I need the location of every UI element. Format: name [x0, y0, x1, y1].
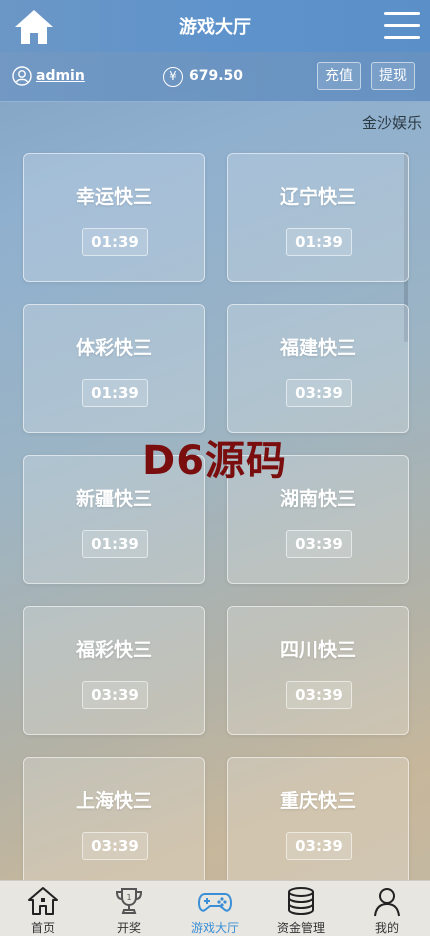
hamburger-menu-icon: [384, 12, 420, 15]
game-name: 福建快三: [279, 337, 356, 359]
user-icon: [374, 888, 400, 917]
game-name: 体彩快三: [75, 337, 152, 359]
nav-item-profile[interactable]: 我的: [344, 881, 430, 936]
top-header: 游戏大厅: [0, 0, 430, 52]
recharge-button[interactable]: 充值: [317, 62, 361, 90]
game-name: 四川快三: [279, 639, 356, 661]
bottom-nav: 首页 1 开奖 游戏大厅 资金管理 我的: [0, 880, 430, 936]
countdown-timer: 03:39: [286, 530, 352, 558]
game-card[interactable]: 福彩快三 03:39: [23, 606, 205, 735]
game-name: 湖南快三: [279, 488, 356, 510]
countdown-timer: 01:39: [82, 379, 148, 407]
game-card[interactable]: 福建快三 03:39: [227, 304, 409, 433]
withdraw-button[interactable]: 提现: [371, 62, 415, 90]
coins-icon: [288, 887, 314, 916]
nav-label: 资金管理: [276, 921, 325, 935]
game-card[interactable]: 重庆快三 03:39: [227, 757, 409, 886]
game-card[interactable]: 上海快三 03:39: [23, 757, 205, 886]
countdown-timer: 01:39: [286, 228, 352, 256]
nav-item-lottery-results[interactable]: 1 开奖: [86, 881, 172, 936]
nav-label: 游戏大厅: [190, 921, 239, 935]
nav-item-game-hall[interactable]: 游戏大厅: [172, 881, 258, 936]
countdown-timer: 03:39: [286, 379, 352, 407]
nav-item-home[interactable]: 首页: [0, 881, 86, 936]
game-name: 重庆快三: [279, 790, 356, 812]
countdown-timer: 01:39: [82, 228, 148, 256]
marquee-text: 金沙娱乐: [362, 114, 423, 132]
game-card[interactable]: 辽宁快三 01:39: [227, 153, 409, 282]
countdown-timer: 01:39: [82, 530, 148, 558]
game-name: 福彩快三: [75, 639, 152, 661]
game-name: 幸运快三: [75, 186, 152, 208]
home-icon: [28, 887, 58, 915]
countdown-timer: 03:39: [82, 681, 148, 709]
game-name: 新疆快三: [75, 488, 152, 510]
nav-label: 我的: [374, 921, 399, 935]
user-avatar-icon: [12, 66, 32, 86]
nav-label: 首页: [30, 921, 55, 935]
game-card[interactable]: 体彩快三 01:39: [23, 304, 205, 433]
countdown-timer: 03:39: [82, 832, 148, 860]
balance-amount: 679.50: [189, 68, 244, 84]
gamepad-icon: [197, 893, 233, 912]
user-bar: admin ¥ 679.50 充值 提现: [0, 52, 430, 102]
announcement-marquee: 金沙娱乐: [330, 112, 430, 134]
game-name: 上海快三: [75, 790, 152, 812]
nav-item-funds[interactable]: 资金管理: [258, 881, 344, 936]
game-name: 辽宁快三: [279, 186, 356, 208]
trophy-icon: 1: [115, 888, 143, 914]
menu-button[interactable]: [384, 12, 420, 40]
countdown-timer: 03:39: [286, 681, 352, 709]
home-icon: [15, 10, 53, 44]
countdown-timer: 03:39: [286, 832, 352, 860]
game-card[interactable]: 幸运快三 01:39: [23, 153, 205, 282]
nav-label: 开奖: [116, 921, 141, 935]
home-button[interactable]: [12, 7, 56, 47]
game-card[interactable]: 四川快三 03:39: [227, 606, 409, 735]
page-title: 游戏大厅: [179, 17, 251, 38]
svg-text:1: 1: [126, 893, 131, 902]
yen-icon: ¥: [163, 67, 183, 87]
watermark-text: D6源码: [142, 438, 288, 484]
username-link[interactable]: admin: [36, 68, 85, 84]
